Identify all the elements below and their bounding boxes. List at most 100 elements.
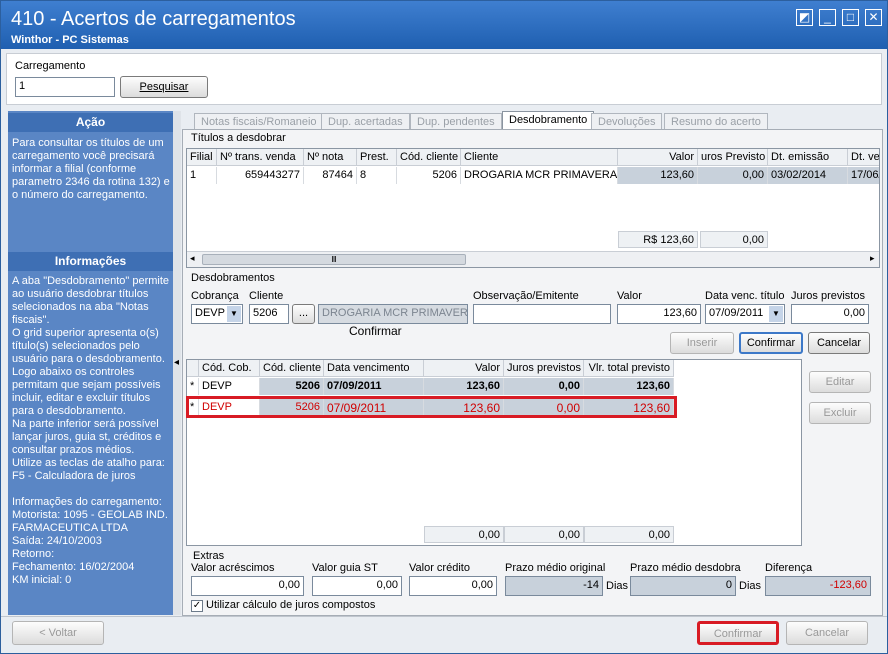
editar-button[interactable]: Editar (809, 371, 871, 393)
prazo-desdobra-field: 0 (630, 576, 736, 596)
footer-bar: < Voltar Confirmar Cancelar (1, 616, 887, 653)
tab-notas-fiscais[interactable]: Notas fiscais/Romaneio (194, 113, 324, 130)
cliente-label: Cliente (249, 290, 284, 302)
window-title: 410 - Acertos de carregamentos (11, 8, 296, 30)
footer-cancelar-button[interactable]: Cancelar (786, 621, 868, 645)
data-venc-picker[interactable]: 07/09/2011 ▼ (705, 304, 785, 324)
credito-label: Valor crédito (409, 562, 470, 574)
guia-st-input[interactable]: 0,00 (312, 576, 402, 596)
cobranca-value: DEVP (195, 307, 225, 319)
cell-valor: 123,60 (424, 378, 504, 395)
window-subtitle: Winthor - PC Sistemas (11, 34, 129, 46)
calendar-dropdown-icon[interactable]: ▼ (769, 306, 783, 322)
column-header[interactable]: Dt. ve (848, 149, 879, 166)
cliente-name-field: DROGARIA MCR PRIMAVERA L (318, 304, 468, 324)
desdobramento-panel: Títulos a desdobrar Filial Nº trans. ven… (182, 129, 883, 616)
acrescimos-input[interactable]: 0,00 (191, 576, 304, 596)
restore-icon[interactable]: ◩ (796, 9, 813, 26)
data-venc-value: 07/09/2011 (709, 307, 764, 319)
collapse-icon[interactable]: ◂ (174, 357, 179, 368)
excluir-button[interactable]: Excluir (809, 402, 871, 424)
juros-input[interactable]: 0,00 (791, 304, 869, 324)
prazo-desdobra-label: Prazo médio desdobra (630, 562, 741, 574)
cell-prest: 8 (357, 167, 397, 184)
total-previsto: 0,00 (584, 526, 674, 543)
column-header[interactable]: Valor (424, 360, 504, 377)
total-valor: 0,00 (424, 526, 504, 543)
obs-label: Observação/Emitente (473, 290, 579, 302)
column-header[interactable]: Cliente (461, 149, 618, 166)
tab-devolucoes[interactable]: Devoluções (591, 113, 663, 130)
scroll-left-icon[interactable]: ◂ (190, 253, 195, 264)
column-header[interactable]: Cód. Cob. (199, 360, 260, 377)
scroll-right-icon[interactable]: ▸ (870, 253, 875, 264)
desdobramentos-grid: Cód. Cob. Cód. cliente Data vencimento V… (186, 359, 802, 546)
column-header[interactable]: Nº nota (304, 149, 357, 166)
column-header[interactable]: uros Previsto (698, 149, 768, 166)
credito-input[interactable]: 0,00 (409, 576, 497, 596)
juros-label: Juros previstos (791, 290, 865, 302)
total-juros: 0,00 (700, 231, 768, 248)
obs-input[interactable] (473, 304, 611, 324)
column-header[interactable]: Filial (187, 149, 217, 166)
titulos-grid: Filial Nº trans. venda Nº nota Prest. Có… (186, 148, 880, 268)
valor-input[interactable]: 123,60 (617, 304, 701, 324)
inserir-button[interactable]: Inserir (670, 332, 734, 354)
tab-resumo-acerto[interactable]: Resumo do acerto (664, 113, 768, 130)
column-header[interactable]: Cód. cliente (260, 360, 324, 377)
column-header[interactable]: Dt. emissão (768, 149, 848, 166)
titulos-group-label: Títulos a desdobrar (191, 132, 286, 144)
scroll-thumb[interactable]: Ⅲ (202, 254, 466, 265)
desdobramentos-group-label: Desdobramentos (191, 272, 275, 284)
cell-valor: 123,60 (618, 167, 698, 184)
cell-juros: 0,00 (698, 167, 768, 184)
info-text: A aba "Desdobramento" permite ao usuário… (12, 275, 170, 586)
column-header[interactable]: Nº trans. venda (217, 149, 304, 166)
cobranca-select[interactable]: DEVP ▼ (191, 304, 243, 324)
cobranca-label: Cobrança (191, 290, 239, 302)
data-venc-label: Data venc. título (705, 290, 785, 302)
maximize-icon[interactable]: □ (842, 9, 859, 26)
cell-vencimento: 17/06/ (848, 167, 879, 184)
tab-dup-pendentes[interactable]: Dup. pendentes (410, 113, 502, 130)
column-header[interactable]: Cód. cliente (397, 149, 461, 166)
pesquisar-button[interactable]: Pesquisar (120, 76, 208, 98)
tab-dup-acertadas[interactable]: Dup. acertadas (321, 113, 410, 130)
column-header[interactable]: Valor (618, 149, 698, 166)
column-header[interactable]: Prest. (357, 149, 397, 166)
confirmar-button[interactable]: Confirmar (739, 332, 803, 354)
browse-cliente-button[interactable]: ... (292, 304, 315, 324)
column-header[interactable]: Juros previstos (504, 360, 584, 377)
cliente-code-input[interactable]: 5206 (249, 304, 289, 324)
juros-compostos-label: Utilizar cálculo de juros compostos (206, 599, 376, 611)
voltar-button[interactable]: < Voltar (12, 621, 104, 645)
prazo-original-field: -14 (505, 576, 603, 596)
info-heading: Informações (8, 252, 173, 271)
cell-cod-cliente: 5206 (397, 167, 461, 184)
footer-confirmar-button[interactable]: Confirmar (697, 621, 779, 645)
close-icon[interactable]: ✕ (865, 9, 882, 26)
dropdown-icon[interactable]: ▼ (227, 306, 241, 322)
app-window: 410 - Acertos de carregamentos Winthor -… (0, 0, 888, 654)
cell-cod-cob: DEVP (199, 378, 260, 395)
prazo-original-unit: Dias (606, 580, 629, 592)
cancelar-button[interactable]: Cancelar (808, 332, 870, 354)
row-highlight-box (186, 396, 677, 418)
indicator-header (187, 360, 199, 377)
minimize-icon[interactable]: _ (819, 9, 836, 26)
tab-desdobramento[interactable]: Desdobramento (502, 111, 595, 131)
horizontal-scrollbar[interactable]: ◂ Ⅲ ▸ (187, 251, 879, 267)
sidebar-splitter[interactable]: ◂ (173, 111, 181, 615)
column-header[interactable]: Data vencimento (324, 360, 424, 377)
cell-cliente: DROGARIA MCR PRIMAVERA LT (461, 167, 618, 184)
juros-compostos-checkbox[interactable]: ✓ (191, 600, 203, 612)
acao-text: Para consultar os títulos de um carregam… (12, 137, 173, 201)
title-bar: 410 - Acertos de carregamentos Winthor -… (1, 1, 887, 49)
guia-st-label: Valor guia ST (312, 562, 378, 574)
carregamento-input[interactable]: 1 (15, 77, 115, 97)
carregamento-label: Carregamento (15, 60, 86, 72)
acrescimos-label: Valor acréscimos (191, 562, 275, 574)
cell-emissao: 03/02/2014 (768, 167, 848, 184)
sidebar: Ação Para consultar os títulos de um car… (8, 111, 173, 615)
column-header[interactable]: Vlr. total previsto (584, 360, 674, 377)
